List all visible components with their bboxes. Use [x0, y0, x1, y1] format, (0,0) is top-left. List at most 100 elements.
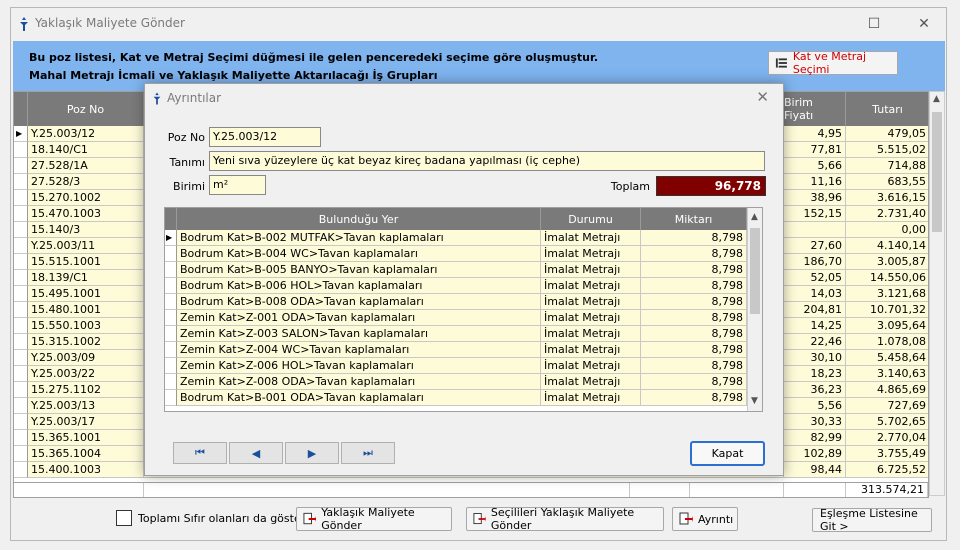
- birimi-field[interactable]: m²: [209, 175, 266, 195]
- poz-no-cell[interactable]: 27.528/3: [28, 174, 144, 190]
- tutari-cell[interactable]: 5.515,02: [846, 142, 928, 158]
- row-indicator[interactable]: ▶: [165, 230, 177, 246]
- row-indicator[interactable]: [14, 462, 28, 478]
- durumu-cell[interactable]: İmalat Metrajı: [541, 358, 641, 374]
- row-indicator[interactable]: [14, 174, 28, 190]
- dialog-close-icon[interactable]: ✕: [756, 88, 769, 106]
- row-indicator[interactable]: [14, 286, 28, 302]
- birim-fiyati-cell[interactable]: 38,96: [784, 190, 846, 206]
- durumu-cell[interactable]: İmalat Metrajı: [541, 342, 641, 358]
- grid-scrollbar[interactable]: ▲: [929, 91, 945, 496]
- poz-no-cell[interactable]: 15.140/3: [28, 222, 144, 238]
- row-indicator[interactable]: [14, 366, 28, 382]
- row-indicator[interactable]: [165, 374, 177, 390]
- tutari-cell[interactable]: 5.458,64: [846, 350, 928, 366]
- bulundugu-yer-cell[interactable]: Bodrum Kat>B-005 BANYO>Tavan kaplamaları: [177, 262, 541, 278]
- row-indicator[interactable]: [14, 142, 28, 158]
- miktari-cell[interactable]: 8,798: [641, 342, 747, 358]
- miktari-cell[interactable]: 8,798: [641, 294, 747, 310]
- row-indicator[interactable]: [165, 262, 177, 278]
- row-indicator[interactable]: [165, 342, 177, 358]
- tutari-cell[interactable]: 2.770,04: [846, 430, 928, 446]
- row-indicator[interactable]: [14, 222, 28, 238]
- durumu-cell[interactable]: İmalat Metrajı: [541, 246, 641, 262]
- scroll-up-icon[interactable]: ▲: [933, 94, 940, 104]
- tutari-cell[interactable]: 0,00: [846, 222, 928, 238]
- dgrid-scrollbar[interactable]: ▲ ▼: [747, 208, 762, 411]
- poz-no-cell[interactable]: 15.365.1004: [28, 446, 144, 462]
- row-indicator[interactable]: [14, 270, 28, 286]
- row-indicator[interactable]: [14, 318, 28, 334]
- miktari-cell[interactable]: 8,798: [641, 374, 747, 390]
- row-indicator[interactable]: [14, 206, 28, 222]
- tutari-cell[interactable]: 479,05: [846, 126, 928, 142]
- miktari-cell[interactable]: 8,798: [641, 310, 747, 326]
- birim-fiyati-cell[interactable]: 82,99: [784, 430, 846, 446]
- poz-no-cell[interactable]: Y.25.003/13: [28, 398, 144, 414]
- birim-fiyati-cell[interactable]: 14,03: [784, 286, 846, 302]
- row-indicator[interactable]: [165, 294, 177, 310]
- row-indicator[interactable]: [14, 430, 28, 446]
- poz-no-cell[interactable]: 15.470.1003: [28, 206, 144, 222]
- poz-no-cell[interactable]: 15.480.1001: [28, 302, 144, 318]
- birim-fiyati-cell[interactable]: 30,33: [784, 414, 846, 430]
- nav-last-button[interactable]: ⏭: [341, 442, 395, 464]
- tutari-cell[interactable]: 14.550,06: [846, 270, 928, 286]
- kapat-button[interactable]: Kapat: [690, 441, 765, 466]
- scroll-thumb[interactable]: [932, 112, 942, 232]
- row-indicator[interactable]: [14, 190, 28, 206]
- row-indicator[interactable]: [14, 414, 28, 430]
- durumu-cell[interactable]: İmalat Metrajı: [541, 390, 641, 406]
- bulundugu-yer-cell[interactable]: Bodrum Kat>B-006 HOL>Tavan kaplamaları: [177, 278, 541, 294]
- durumu-cell[interactable]: İmalat Metrajı: [541, 326, 641, 342]
- durumu-cell[interactable]: İmalat Metrajı: [541, 374, 641, 390]
- bulundugu-yer-cell[interactable]: Bodrum Kat>B-002 MUTFAK>Tavan kaplamalar…: [177, 230, 541, 246]
- poz-no-header[interactable]: Poz No: [28, 92, 144, 126]
- bulundugu-yer-cell[interactable]: Zemin Kat>Z-008 ODA>Tavan kaplamaları: [177, 374, 541, 390]
- nav-first-button[interactable]: ⏮: [173, 442, 227, 464]
- yaklasik-maliyete-gonder-button[interactable]: Yaklaşık Maliyete Gönder: [296, 506, 452, 532]
- birim-fiyati-cell[interactable]: 27,60: [784, 238, 846, 254]
- miktari-cell[interactable]: 8,798: [641, 390, 747, 406]
- eslesme-listesi-button[interactable]: Eşleşme Listesine Git >: [812, 507, 932, 533]
- birim-fiyati-cell[interactable]: 14,25: [784, 318, 846, 334]
- miktari-cell[interactable]: 8,798: [641, 278, 747, 294]
- tanimi-field[interactable]: Yeni sıva yüzeylere üç kat beyaz kireç b…: [209, 151, 765, 171]
- miktari-cell[interactable]: 8,798: [641, 230, 747, 246]
- ayrinti-grid[interactable]: Bulunduğu Yer Durumu Miktarı ▶ Bodrum Kat…: [164, 207, 763, 412]
- tutari-cell[interactable]: 3.121,68: [846, 286, 928, 302]
- row-indicator[interactable]: [165, 326, 177, 342]
- tutari-cell[interactable]: 1.078,08: [846, 334, 928, 350]
- row-indicator[interactable]: [14, 382, 28, 398]
- tutari-cell[interactable]: 3.616,15: [846, 190, 928, 206]
- nav-prev-button[interactable]: ◀: [229, 442, 283, 464]
- bulundugu-yer-cell[interactable]: Zemin Kat>Z-004 WC>Tavan kaplamaları: [177, 342, 541, 358]
- birim-fiyati-cell[interactable]: 30,10: [784, 350, 846, 366]
- bulundugu-yer-cell[interactable]: Zemin Kat>Z-006 HOL>Tavan kaplamaları: [177, 358, 541, 374]
- row-indicator[interactable]: [14, 158, 28, 174]
- miktari-cell[interactable]: 8,798: [641, 262, 747, 278]
- row-indicator[interactable]: [14, 238, 28, 254]
- row-indicator[interactable]: [165, 390, 177, 406]
- birim-fiyati-cell[interactable]: 52,05: [784, 270, 846, 286]
- birim-fiyati-cell[interactable]: 4,95: [784, 126, 846, 142]
- poz-no-cell[interactable]: 15.270.1002: [28, 190, 144, 206]
- scroll-up-icon[interactable]: ▲: [751, 212, 758, 222]
- durumu-header[interactable]: Durumu: [541, 208, 641, 230]
- tutari-cell[interactable]: 3.755,49: [846, 446, 928, 462]
- tutari-cell[interactable]: 3.095,64: [846, 318, 928, 334]
- kat-metraj-secimi-button[interactable]: Kat ve Metraj Seçimi: [768, 50, 898, 76]
- row-indicator[interactable]: [165, 358, 177, 374]
- durumu-cell[interactable]: İmalat Metrajı: [541, 310, 641, 326]
- bulundugu-yer-cell[interactable]: Bodrum Kat>B-004 WC>Tavan kaplamaları: [177, 246, 541, 262]
- row-indicator[interactable]: [14, 398, 28, 414]
- tutari-cell[interactable]: 2.731,40: [846, 206, 928, 222]
- poz-no-cell[interactable]: 15.400.1003: [28, 462, 144, 478]
- poz-no-cell[interactable]: 18.140/C1: [28, 142, 144, 158]
- row-indicator[interactable]: [14, 302, 28, 318]
- poz-no-cell[interactable]: 15.365.1001: [28, 430, 144, 446]
- birim-fiyati-header[interactable]: Birim Fiyatı: [784, 92, 846, 126]
- birim-fiyati-cell[interactable]: 36,23: [784, 382, 846, 398]
- row-indicator[interactable]: [165, 246, 177, 262]
- tutari-cell[interactable]: 3.005,87: [846, 254, 928, 270]
